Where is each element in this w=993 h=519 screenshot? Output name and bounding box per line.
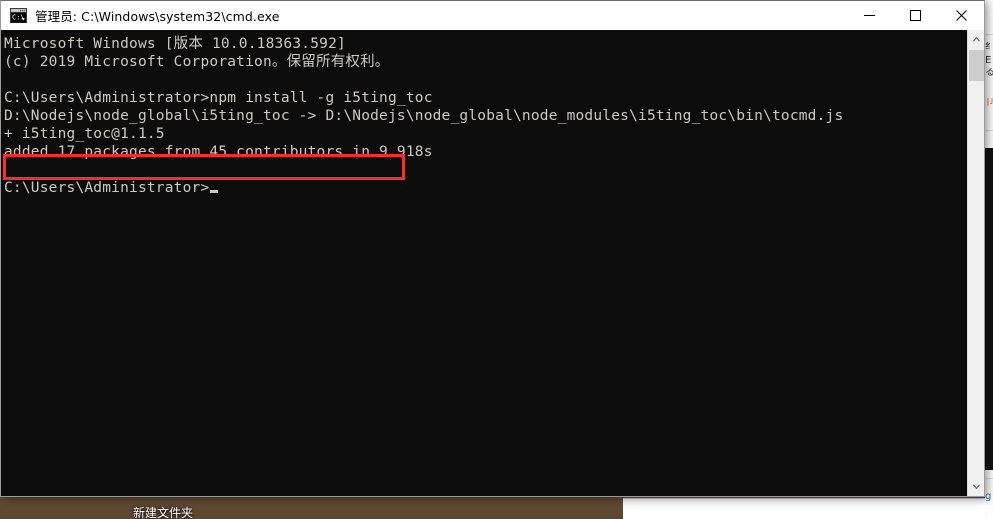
title-bar[interactable]: C:\ 管理员: C:\Windows\system32\cmd.exe [1, 1, 984, 30]
console-line-highlighted: added 17 packages from 45 contributors i… [4, 144, 433, 160]
desktop-folder-label: 新建文件夹 [132, 506, 193, 519]
console-line: (c) 2019 Microsoft Corporation。保留所有权利。 [4, 54, 390, 70]
cmd-console-icon: C:\ [10, 8, 27, 23]
vertical-scrollbar[interactable] [967, 30, 984, 496]
console-line: + i5ting_toc@1.1.5 [4, 126, 165, 142]
close-button[interactable] [938, 1, 984, 30]
console-prompt-line: C:\Users\Administrator> [4, 179, 219, 197]
background-glyph-5: g [985, 492, 992, 502]
console-line: C:\Users\Administrator>npm install -g i5… [4, 90, 433, 106]
background-window-strip: 纟 E る 卩 g [985, 0, 993, 519]
background-glyph-3: る [985, 68, 993, 78]
screen-root: 新建文件夹 纟 E る 卩 g C:\ 管理员: C:\Windows\syst… [0, 0, 993, 519]
background-glyph-1: 纟 [985, 42, 993, 52]
scrollbar-thumb[interactable] [969, 50, 984, 81]
cmd-window: C:\ 管理员: C:\Windows\system32\cmd.exe Mic… [0, 0, 985, 497]
background-glyph-2: E [985, 56, 992, 66]
console-output-area[interactable]: Microsoft Windows [版本 10.0.18363.592] (c… [1, 30, 967, 496]
prompt-text: C:\Users\Administrator> [4, 180, 210, 196]
window-title: 管理员: C:\Windows\system32\cmd.exe [35, 9, 280, 24]
window-controls [846, 1, 984, 30]
console-line: D:\Nodejs\node_global\i5ting_toc -> D:\N… [4, 108, 844, 124]
svg-text:C:\: C:\ [12, 14, 25, 22]
desktop-background-panel [623, 498, 993, 519]
maximize-button[interactable] [892, 1, 938, 30]
console-line: Microsoft Windows [版本 10.0.18363.592] [4, 36, 346, 52]
scroll-up-arrow-icon[interactable] [968, 30, 984, 48]
background-glyph-4: 卩 [985, 98, 993, 108]
minimize-button[interactable] [846, 1, 892, 30]
scroll-down-arrow-icon[interactable] [968, 478, 984, 496]
text-cursor [210, 190, 219, 193]
